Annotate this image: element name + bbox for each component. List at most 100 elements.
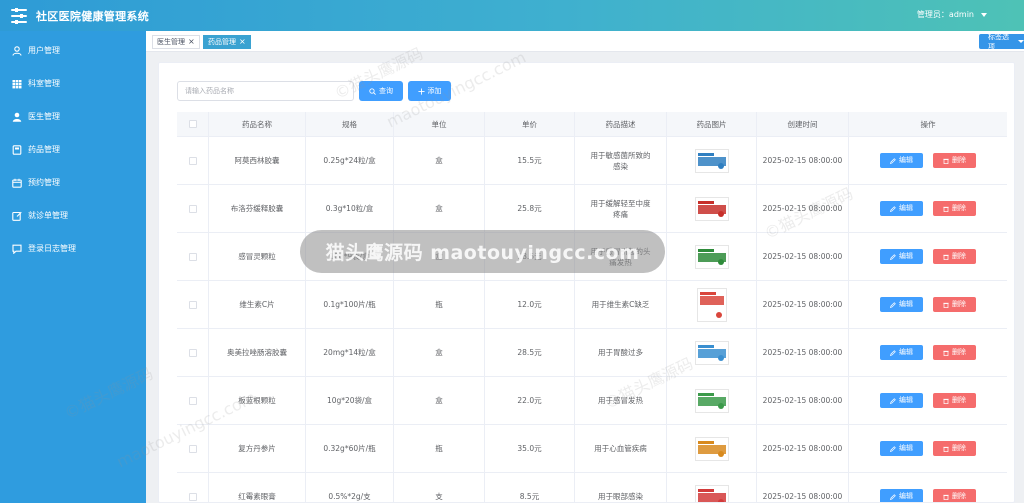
cell-name: 红霉素眼膏 (209, 473, 306, 502)
sidebar-item-departments[interactable]: 科室管理 (0, 67, 146, 100)
delete-button[interactable]: 删除 (933, 441, 976, 456)
row-select-cell (177, 233, 209, 280)
trash-icon (943, 398, 949, 404)
sidebar-item-label: 科室管理 (28, 79, 60, 88)
cell-actions: 编辑 删除 (849, 329, 1007, 376)
cell-created: 2025-02-15 08:00:00 (757, 137, 849, 184)
cell-spec: 10g*20袋/盒 (306, 377, 394, 424)
edit-button[interactable]: 编辑 (880, 153, 923, 168)
cell-unit: 盒 (394, 329, 485, 376)
cell-unit: 盒 (394, 377, 485, 424)
table-row: 布洛芬缓释胶囊 0.3g*10粒/盒盒 25.8元 用于缓解轻至中度疼痛 2025-02… (177, 185, 1007, 233)
plus-icon (417, 87, 425, 95)
delete-label: 删除 (952, 300, 966, 308)
cell-image (667, 329, 757, 376)
medicine-image (696, 287, 727, 322)
edit-button[interactable]: 编辑 (880, 489, 923, 502)
cell-image (667, 233, 757, 280)
cell-unit: 盒 (394, 185, 485, 232)
cell-desc: 用于感冒发热 (575, 377, 667, 424)
user-menu[interactable]: 管理员：admin (917, 9, 987, 20)
menu-toggle-icon[interactable] (11, 7, 27, 24)
sidebar-item-doctors[interactable]: 医生管理 (0, 100, 146, 133)
add-button-label: 添加 (427, 87, 442, 95)
close-icon[interactable]: × (188, 36, 195, 48)
cell-image (667, 281, 757, 328)
cell-price: 25.8元 (485, 185, 575, 232)
sidebar-item-login-logs[interactable]: 登录日志管理 (0, 232, 146, 265)
edit-icon (890, 205, 896, 212)
header-select-all[interactable] (177, 112, 209, 136)
cell-spec: 0.5%*2g/支 (306, 473, 394, 502)
cell-name: 奥美拉唑肠溶胶囊 (209, 329, 306, 376)
table-header: 药品名称 规格 单位 单价 药品描述 药品图片 创建时间 操作 (177, 112, 1007, 137)
delete-button[interactable]: 删除 (933, 393, 976, 408)
edit-icon (890, 493, 896, 500)
delete-button[interactable]: 删除 (933, 153, 976, 168)
cell-price: 18.5元 (485, 233, 575, 280)
cell-desc: 用于缓解轻至中度疼痛 (575, 185, 667, 232)
delete-label: 删除 (952, 396, 966, 404)
trash-icon (943, 302, 949, 308)
row-checkbox[interactable] (188, 204, 197, 213)
tab-doctors[interactable]: 医生管理 × (152, 35, 200, 49)
sidebar-item-appointments[interactable]: 预约管理 (0, 166, 146, 199)
edit-button[interactable]: 编辑 (880, 345, 923, 360)
sidebar: 用户管理 科室管理 医生管理 药品管理 预约管理 就诊单管理 登录日志管理 (0, 31, 146, 503)
search-input[interactable] (177, 81, 354, 101)
row-select-cell (177, 473, 209, 502)
close-icon[interactable]: × (239, 36, 246, 48)
column-header: 单位 (394, 112, 485, 136)
delete-button[interactable]: 删除 (933, 249, 976, 264)
column-header: 创建时间 (757, 112, 849, 136)
chevron-down-icon (981, 12, 987, 17)
row-checkbox[interactable] (188, 348, 197, 357)
delete-label: 删除 (952, 252, 966, 260)
top-header: 社区医院健康管理系统 管理员：admin (0, 0, 1024, 31)
edit-button[interactable]: 编辑 (880, 393, 923, 408)
trash-icon (943, 158, 949, 164)
edit-button[interactable]: 编辑 (880, 249, 923, 264)
user-label: 管理员：admin (916, 10, 974, 19)
cell-image (667, 137, 757, 184)
medicine-image (694, 484, 729, 502)
sidebar-item-visit-forms[interactable]: 就诊单管理 (0, 199, 146, 232)
search-button[interactable]: 查询 (359, 81, 403, 101)
delete-button[interactable]: 删除 (933, 345, 976, 360)
edit-button[interactable]: 编辑 (880, 297, 923, 312)
tag-options-button[interactable]: 标签选项 (979, 33, 1024, 51)
medicine-image (694, 388, 729, 413)
cell-price: 8.5元 (485, 473, 575, 502)
row-checkbox[interactable] (188, 300, 197, 309)
row-checkbox[interactable] (188, 252, 197, 261)
row-select-cell (177, 137, 209, 184)
delete-button[interactable]: 删除 (933, 201, 976, 216)
tab-label: 医生管理 (157, 38, 185, 46)
row-checkbox[interactable] (188, 396, 197, 405)
delete-button[interactable]: 删除 (933, 297, 976, 312)
add-button[interactable]: 添加 (408, 81, 451, 101)
edit-button[interactable]: 编辑 (880, 201, 923, 216)
medicine-image (694, 340, 729, 365)
row-checkbox[interactable] (188, 492, 197, 501)
sidebar-item-users[interactable]: 用户管理 (0, 34, 146, 67)
delete-button[interactable]: 删除 (933, 489, 976, 502)
trash-icon (943, 494, 949, 500)
delete-label: 删除 (952, 492, 966, 500)
cell-image (667, 377, 757, 424)
row-checkbox[interactable] (188, 156, 197, 165)
table-row: 维生素C片 0.1g*100片/瓶瓶 12.0元 用于维生素C缺乏 2025-02-15… (177, 281, 1007, 329)
edit-label: 编辑 (899, 492, 913, 500)
row-checkbox[interactable] (188, 444, 197, 453)
cell-actions: 编辑 删除 (849, 425, 1007, 472)
edit-label: 编辑 (899, 204, 913, 212)
tab-medicines[interactable]: 药品管理 × (203, 35, 251, 49)
row-select-cell (177, 281, 209, 328)
select-all-checkbox[interactable] (188, 120, 197, 128)
edit-icon (890, 253, 896, 260)
edit-button[interactable]: 编辑 (880, 441, 923, 456)
sidebar-item-medicines[interactable]: 药品管理 (0, 133, 146, 166)
column-header: 单价 (485, 112, 575, 136)
row-select-cell (177, 377, 209, 424)
delete-label: 删除 (952, 348, 966, 356)
